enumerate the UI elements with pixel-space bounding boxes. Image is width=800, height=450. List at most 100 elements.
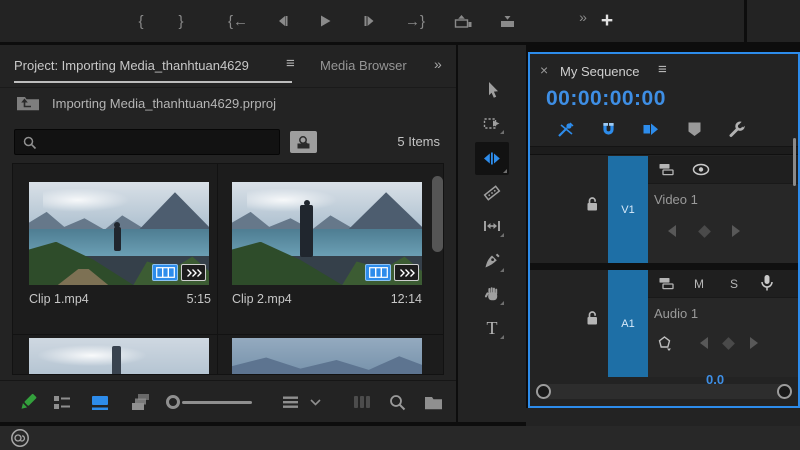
scrollbar-left-handle[interactable] [536, 384, 551, 399]
add-button[interactable]: + [594, 0, 620, 42]
list-view-button[interactable] [49, 381, 75, 423]
bin-vertical-scrollbar[interactable] [432, 176, 443, 252]
sort-button[interactable] [277, 381, 303, 423]
freeform-view-button[interactable] [127, 381, 153, 423]
icon-view-button[interactable] [87, 381, 113, 423]
clip1-name[interactable]: Clip 1.mp4 [29, 292, 89, 306]
marker-icon [688, 122, 700, 136]
hand-tool[interactable] [479, 282, 505, 306]
mark-out-button[interactable]: } [168, 0, 194, 42]
project-writable-button[interactable] [15, 381, 41, 423]
step-back-button[interactable] [269, 0, 295, 42]
keyframe-type-button[interactable] [657, 335, 671, 351]
type-tool[interactable]: T [479, 316, 505, 340]
thumbnail-zoom-slider-track[interactable] [182, 401, 252, 404]
go-to-in-button[interactable]: {← [222, 0, 254, 42]
clip1-thumbnail[interactable] [29, 182, 209, 285]
go-to-out-button[interactable]: →} [399, 0, 431, 42]
step-forward-icon [364, 16, 374, 26]
clip3-thumbnail[interactable] [29, 338, 209, 374]
video-target-v1[interactable]: V1 [608, 156, 648, 263]
diamond-icon [721, 336, 735, 350]
icon-view-icon [92, 395, 108, 410]
next-keyframe-button[interactable] [747, 336, 761, 350]
razor-tool[interactable] [479, 181, 505, 205]
thumbnail-zoom-slider-knob[interactable] [166, 395, 180, 409]
add-keyframe-button[interactable] [721, 336, 735, 350]
timeline-settings-button[interactable] [726, 120, 746, 138]
nest-sequences-button[interactable] [556, 120, 576, 138]
linked-selection-button[interactable] [640, 120, 660, 138]
project-panel-menu-icon[interactable]: ≡ [286, 55, 295, 72]
new-bin-button[interactable] [420, 381, 446, 423]
previous-keyframe-button[interactable] [665, 224, 679, 238]
tab-my-sequence[interactable]: My Sequence [560, 64, 640, 79]
project-bottom-toolbar [0, 380, 456, 422]
creative-cloud-icon[interactable] [10, 428, 30, 450]
scrollbar-right-handle[interactable] [777, 384, 792, 399]
step-forward-button[interactable] [357, 0, 383, 42]
find-button[interactable] [384, 381, 410, 423]
add-keyframe-button[interactable] [697, 224, 711, 238]
sync-lock-icon [659, 164, 674, 176]
solo-track-button[interactable]: S [730, 277, 738, 291]
go-to-in-icon: {← [227, 12, 248, 30]
video-track-row: V1 Video 1 [530, 156, 798, 263]
timeline-ruler[interactable] [530, 146, 798, 155]
extract-button[interactable] [495, 0, 521, 42]
clip2-thumbnail[interactable] [232, 182, 422, 285]
play-button[interactable] [312, 0, 338, 42]
step-back-icon [279, 16, 288, 26]
previous-keyframe-button[interactable] [697, 336, 711, 350]
play-icon [321, 15, 331, 27]
project-file-name[interactable]: Importing Media_thanhtuan4629.prproj [52, 96, 276, 111]
preview-area-button[interactable] [349, 381, 375, 423]
audio-target-a1[interactable]: A1 [608, 270, 648, 377]
toolbar-more-button[interactable]: » [570, 0, 596, 42]
eye-icon [692, 163, 710, 176]
magnet-icon [602, 122, 614, 135]
item-count: 5 Items [397, 134, 440, 149]
playhead-timecode[interactable]: 00:00:00:00 [546, 87, 666, 111]
video-track-name: Video 1 [654, 192, 698, 207]
clip2-name[interactable]: Clip 2.mp4 [232, 292, 292, 306]
go-to-out-icon: →} [404, 12, 425, 30]
panel-overflow-icon[interactable]: » [434, 56, 442, 72]
track-select-forward-tool[interactable] [479, 111, 505, 135]
chevron-down-icon [309, 398, 321, 406]
snap-button[interactable] [598, 120, 618, 138]
voiceover-record-button[interactable] [760, 274, 774, 297]
next-keyframe-button[interactable] [729, 224, 743, 238]
selection-arrow-icon [488, 82, 498, 98]
lift-button[interactable] [450, 0, 476, 42]
selection-tool[interactable] [479, 78, 505, 102]
add-marker-button[interactable] [684, 120, 704, 138]
sync-lock-button[interactable] [658, 162, 675, 182]
timeline-vertical-scrollbar[interactable] [793, 138, 796, 186]
ripple-edit-tool[interactable] [475, 142, 509, 175]
pen-tool[interactable] [479, 249, 505, 273]
close-panel-icon[interactable]: × [540, 62, 548, 78]
toggle-track-output-button[interactable] [692, 163, 710, 181]
find-bin-icon [297, 135, 310, 148]
active-tab-underline [14, 81, 292, 83]
timeline-horizontal-scrollbar[interactable] [536, 384, 792, 399]
find-in-bin-button[interactable] [290, 131, 317, 153]
status-bar [0, 426, 800, 450]
slip-tool[interactable] [479, 214, 505, 238]
sync-lock-button[interactable] [658, 276, 675, 296]
tab-project[interactable]: Project: Importing Media_thanhtuan4629 [14, 58, 249, 73]
timeline-panel-menu-icon[interactable]: ≡ [658, 61, 667, 78]
clip4-thumbnail[interactable] [232, 338, 422, 374]
toolbar-divider [744, 0, 747, 42]
tab-media-browser[interactable]: Media Browser [320, 58, 408, 73]
search-input[interactable] [41, 131, 276, 153]
track-lock-button[interactable] [584, 310, 600, 331]
mute-track-button[interactable]: M [694, 277, 704, 291]
folder-up-icon[interactable] [16, 94, 40, 116]
clip2-duration: 12:14 [390, 292, 422, 306]
sort-direction-button[interactable] [302, 381, 328, 423]
track-lock-button[interactable] [584, 196, 600, 217]
mark-in-button[interactable]: { [128, 0, 154, 42]
timeline-panel: × My Sequence ≡ 00:00:00:00 V1 Video 1 A… [528, 52, 800, 408]
